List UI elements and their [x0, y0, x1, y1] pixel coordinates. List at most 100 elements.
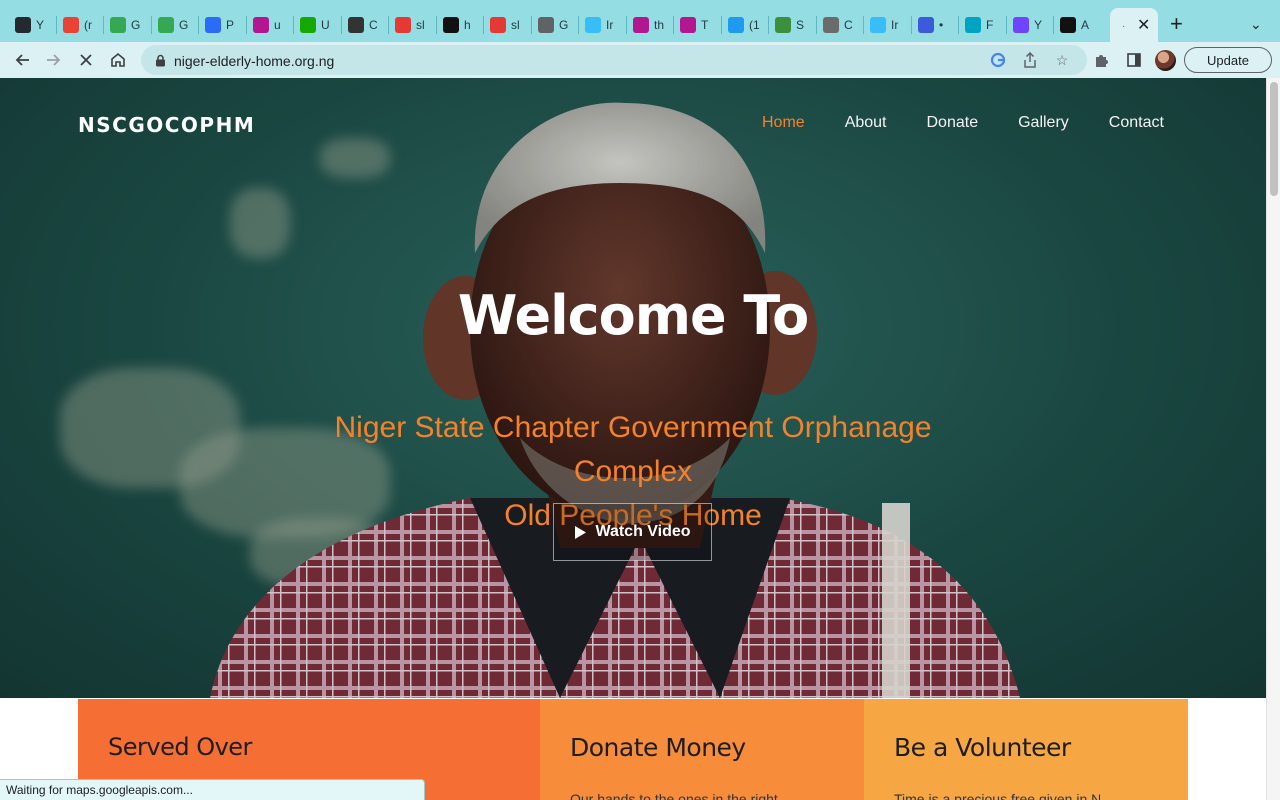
- page-scrollbar[interactable]: [1266, 78, 1280, 800]
- browser-tab[interactable]: T: [680, 14, 714, 36]
- twitter-icon: [728, 17, 744, 33]
- extensions-puzzle-icon[interactable]: [1090, 48, 1114, 72]
- close-tab-icon[interactable]: ✕: [1137, 15, 1150, 35]
- card-body: Time is a precious free given in N: [894, 791, 1102, 800]
- browser-tab[interactable]: Ir: [870, 14, 904, 36]
- browser-tab-title: Y: [36, 18, 45, 32]
- side-panel-icon[interactable]: [1122, 48, 1146, 72]
- share-icon[interactable]: [1021, 51, 1039, 69]
- browser-tab[interactable]: G: [158, 14, 192, 36]
- nav-link-gallery[interactable]: Gallery: [1018, 114, 1069, 132]
- browser-tab-title: C: [369, 18, 378, 32]
- browser-tab-title: Ir: [891, 18, 899, 32]
- main-navigation: Home About Donate Gallery Contact: [762, 114, 1164, 132]
- slides-icon: [490, 17, 506, 33]
- browser-tab[interactable]: th: [633, 14, 667, 36]
- vercel-icon: [443, 17, 459, 33]
- browser-tab-title: •: [939, 18, 944, 32]
- nav-link-donate[interactable]: Donate: [927, 114, 979, 132]
- active-tab[interactable]: · ✕: [1110, 8, 1158, 42]
- browser-tab[interactable]: (1: [728, 14, 762, 36]
- google-meet-icon: [158, 17, 174, 33]
- gmail-icon: [63, 17, 79, 33]
- browser-tab[interactable]: G: [538, 14, 572, 36]
- browser-tab-title: T: [701, 18, 709, 32]
- vercel-icon: [1060, 17, 1076, 33]
- browser-tab[interactable]: Y: [1013, 14, 1047, 36]
- slides-icon: [395, 17, 411, 33]
- tab-separator: [483, 16, 484, 34]
- nav-link-home[interactable]: Home: [762, 114, 805, 132]
- hero-overlay: [0, 78, 1266, 698]
- money-icon: [775, 17, 791, 33]
- tab-separator: [246, 16, 247, 34]
- browser-tab[interactable]: C: [348, 14, 382, 36]
- tab-separator: [198, 16, 199, 34]
- webflow-icon: [680, 17, 696, 33]
- stop-loading-icon[interactable]: [74, 48, 98, 72]
- browser-tab[interactable]: sl: [395, 14, 429, 36]
- browser-tab[interactable]: U: [300, 14, 334, 36]
- browser-tab[interactable]: (r: [63, 14, 97, 36]
- tailwind-icon: [585, 17, 601, 33]
- browser-tab-title: Ir: [606, 18, 614, 32]
- browser-tab-title: G: [131, 18, 141, 32]
- tab-separator: [436, 16, 437, 34]
- address-bar[interactable]: niger-elderly-home.org.ng ☆: [141, 45, 1087, 75]
- browser-tab[interactable]: Ir: [585, 14, 619, 36]
- webflow-icon: [633, 17, 649, 33]
- browser-tab-title: P: [226, 18, 235, 32]
- browser-tab[interactable]: S: [775, 14, 809, 36]
- nav-link-about[interactable]: About: [845, 114, 887, 132]
- github-icon: [15, 17, 31, 33]
- profile-avatar[interactable]: [1155, 50, 1176, 71]
- nav-link-contact[interactable]: Contact: [1109, 114, 1164, 132]
- tab-separator: [721, 16, 722, 34]
- canva-icon: [965, 17, 981, 33]
- tab-separator: [341, 16, 342, 34]
- openai-icon: [823, 17, 839, 33]
- browser-tab[interactable]: h: [443, 14, 477, 36]
- status-bubble: Waiting for maps.googleapis.com...: [0, 779, 425, 800]
- browser-tab[interactable]: sl: [490, 14, 524, 36]
- browser-tab-title: (1: [749, 18, 760, 32]
- page-viewport: NSCGOCOPHM Home About Donate Gallery Con…: [0, 78, 1280, 800]
- browser-tab[interactable]: C: [823, 14, 857, 36]
- card-be-a-volunteer[interactable]: Be a Volunteer Time is a precious free g…: [864, 699, 1188, 800]
- browser-tab[interactable]: P: [205, 14, 239, 36]
- hero-title: Welcome To: [457, 284, 809, 347]
- browser-tab[interactable]: u: [253, 14, 287, 36]
- browser-tab[interactable]: A: [1060, 14, 1094, 36]
- record-icon: [918, 17, 934, 33]
- url-text[interactable]: niger-elderly-home.org.ng: [174, 53, 334, 69]
- forward-arrow-icon[interactable]: [42, 48, 66, 72]
- tab-separator: [103, 16, 104, 34]
- browser-tab[interactable]: F: [965, 14, 999, 36]
- tab-separator: [768, 16, 769, 34]
- site-logo[interactable]: NSCGOCOPHM: [78, 113, 255, 137]
- tab-separator: [531, 16, 532, 34]
- browser-tab[interactable]: •: [918, 14, 952, 36]
- card-body: Our hands to the ones in the right: [570, 791, 778, 800]
- tab-separator: [626, 16, 627, 34]
- zoho-icon: [205, 17, 221, 33]
- browser-tab[interactable]: Y: [15, 14, 49, 36]
- browser-tab-title: sl: [416, 18, 425, 32]
- update-button[interactable]: Update: [1184, 47, 1272, 73]
- watch-video-button[interactable]: Watch Video: [553, 503, 712, 561]
- tab-separator: [911, 16, 912, 34]
- new-tab-button[interactable]: +: [1170, 13, 1183, 35]
- scrollbar-thumb[interactable]: [1270, 82, 1278, 196]
- browser-tab-title: A: [1081, 18, 1090, 32]
- browser-tab[interactable]: G: [110, 14, 144, 36]
- google-lens-icon[interactable]: [989, 51, 1007, 69]
- home-icon[interactable]: [106, 48, 130, 72]
- upwork-icon: [300, 17, 316, 33]
- bookmark-star-icon[interactable]: ☆: [1053, 51, 1071, 69]
- hero-section: NSCGOCOPHM Home About Donate Gallery Con…: [0, 78, 1266, 698]
- tab-search-chevron-icon[interactable]: ⌄: [1250, 16, 1262, 33]
- card-donate-money[interactable]: Donate Money Our hands to the ones in th…: [540, 699, 864, 800]
- back-arrow-icon[interactable]: [10, 48, 34, 72]
- tab-separator: [816, 16, 817, 34]
- lock-icon[interactable]: [155, 54, 166, 72]
